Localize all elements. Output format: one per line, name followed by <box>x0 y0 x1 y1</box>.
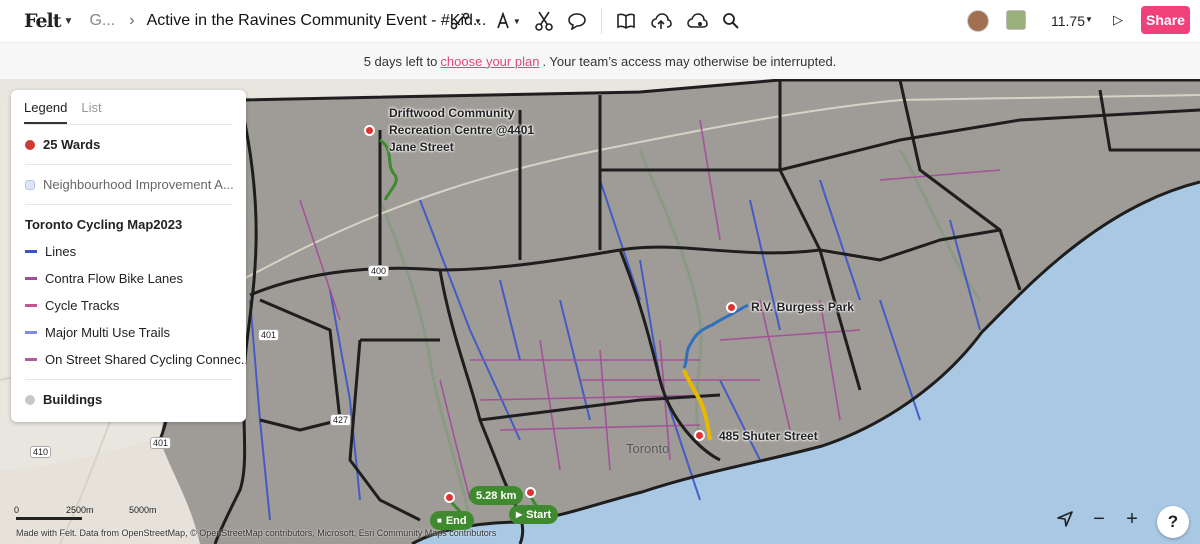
highway-shield: 400 <box>368 265 390 277</box>
legend-item-label: Neighbourhood Improvement A... <box>43 177 234 192</box>
highway-shield: 427 <box>330 414 352 426</box>
share-button[interactable]: Share <box>1141 6 1190 34</box>
line-swatch-icon <box>25 250 37 253</box>
red-dot-icon <box>25 139 35 150</box>
place-pin[interactable] <box>694 430 705 441</box>
place-label-rv-burgess-park[interactable]: R.V. Burgess Park <box>751 299 854 316</box>
place-label-driftwood[interactable]: Driftwood Community Recreation Centre @4… <box>389 105 534 156</box>
line-swatch-icon <box>25 358 37 361</box>
legend-divider <box>25 379 232 380</box>
line-swatch-icon <box>25 277 37 280</box>
user-avatar[interactable] <box>967 10 989 32</box>
banner-suffix: . Your team’s access may otherwise be in… <box>542 53 837 69</box>
banner-prefix: 5 days left to <box>363 53 438 69</box>
text-icon[interactable]: ▼ <box>496 7 521 35</box>
legend-item-label: Cycle Tracks <box>45 298 120 313</box>
zoom-in-button[interactable]: + <box>1120 507 1144 531</box>
legend-item-label: Major Multi Use Trails <box>45 325 170 340</box>
route-icon[interactable]: ▼ <box>450 7 482 35</box>
route-end-pin[interactable] <box>444 492 455 503</box>
highway-shield: 410 <box>30 446 52 458</box>
scale-bar-line <box>16 517 82 520</box>
legend-item-label: 25 Wards <box>43 137 101 152</box>
route-start-pin[interactable] <box>525 487 536 498</box>
upload-icon[interactable] <box>650 7 672 35</box>
place-pin[interactable] <box>364 125 375 136</box>
highway-shield: 401 <box>258 329 280 341</box>
search-icon[interactable] <box>722 7 740 35</box>
zoom-out-button[interactable]: − <box>1087 507 1111 531</box>
comment-icon[interactable] <box>567 7 587 35</box>
place-pin[interactable] <box>726 302 737 313</box>
legend-item-multi-use-trails[interactable]: Major Multi Use Trails <box>11 319 246 346</box>
route-distance-badge[interactable]: 5.28 km <box>469 486 524 505</box>
place-label-485-shuter[interactable]: 485 Shuter Street <box>719 428 818 445</box>
scale-tick-label: 2500m <box>66 505 94 515</box>
toolbar-divider <box>600 8 602 34</box>
legend-item-label: Lines <box>45 244 77 259</box>
trial-banner: 5 days left to choose your plan . Your t… <box>0 42 1200 79</box>
map-attribution: Made with Felt. Data from OpenStreetMap,… <box>16 528 497 538</box>
gray-dot-icon <box>25 394 35 405</box>
legend-panel: Legend List 25 Wards Neighbourhood Impro… <box>11 90 246 422</box>
legend-tab-divider <box>25 124 232 125</box>
cloud-icon[interactable] <box>686 7 708 35</box>
scale-tick-label: 0 <box>14 505 20 515</box>
zoom-level[interactable]: 11.75 <box>1051 13 1085 29</box>
legend-item-label: Contra Flow Bike Lanes <box>45 271 184 286</box>
line-swatch-icon <box>25 304 37 307</box>
legend-divider <box>25 164 232 165</box>
top-toolbar: Felt ▼ G... › Active in the Ravines Comm… <box>0 0 1200 42</box>
start-play-icon: ▶ <box>516 510 523 519</box>
legend-item-buildings[interactable]: Buildings <box>11 386 246 413</box>
legend-item-neighbourhood[interactable]: Neighbourhood Improvement A... <box>11 171 246 198</box>
chevron-down-icon[interactable]: ▼ <box>64 16 74 27</box>
legend-group-title: Toronto Cycling Map2023 <box>25 217 183 232</box>
legend-item-label: On Street Shared Cycling Connec... <box>45 352 246 367</box>
end-square-icon: ■ <box>437 516 442 525</box>
legend-item-shared-cycling[interactable]: On Street Shared Cycling Connec... <box>11 346 246 373</box>
tab-list[interactable]: List <box>81 100 101 124</box>
legend-item-contra-flow[interactable]: Contra Flow Bike Lanes <box>11 265 246 292</box>
scale-bar: 0 2500m 5000m <box>14 505 174 523</box>
legend-item-cycle-tracks[interactable]: Cycle Tracks <box>11 292 246 319</box>
book-icon[interactable] <box>616 7 636 35</box>
legend-item-25-wards[interactable]: 25 Wards <box>11 131 246 158</box>
tab-legend[interactable]: Legend <box>24 100 68 124</box>
basemap-thumbnail[interactable] <box>1006 10 1026 30</box>
square-swatch-icon <box>25 179 35 190</box>
legend-divider <box>25 204 232 205</box>
drawing-tools: ▼ ▼ <box>450 7 740 35</box>
help-button[interactable]: ? <box>1157 506 1189 538</box>
choose-plan-link[interactable]: choose your plan <box>440 54 539 69</box>
route-start-label: Start <box>526 508 552 521</box>
scale-tick-label: 5000m <box>129 505 157 515</box>
felt-logo[interactable]: Felt <box>24 10 62 32</box>
city-label: Toronto <box>626 441 670 456</box>
legend-item-label: Buildings <box>43 392 103 407</box>
map-title[interactable]: Active in the Ravines Community Event - … <box>147 12 487 30</box>
present-play-icon[interactable]: ▷ <box>1113 12 1123 28</box>
route-end-label: End <box>445 514 467 527</box>
breadcrumb-separator: › <box>129 12 135 29</box>
line-swatch-icon <box>25 331 37 334</box>
zoom-chevron-icon[interactable]: ▼ <box>1085 15 1093 24</box>
legend-group-cycling[interactable]: Toronto Cycling Map2023 <box>11 211 246 238</box>
scissors-icon[interactable] <box>535 7 553 35</box>
legend-tabs: Legend List <box>11 90 246 124</box>
locate-icon[interactable] <box>1053 507 1077 531</box>
highway-shield: 401 <box>150 437 172 449</box>
legend-item-lines[interactable]: Lines <box>11 238 246 265</box>
breadcrumb[interactable]: G... <box>89 12 115 30</box>
route-start-badge[interactable]: ▶ Start <box>509 505 559 524</box>
